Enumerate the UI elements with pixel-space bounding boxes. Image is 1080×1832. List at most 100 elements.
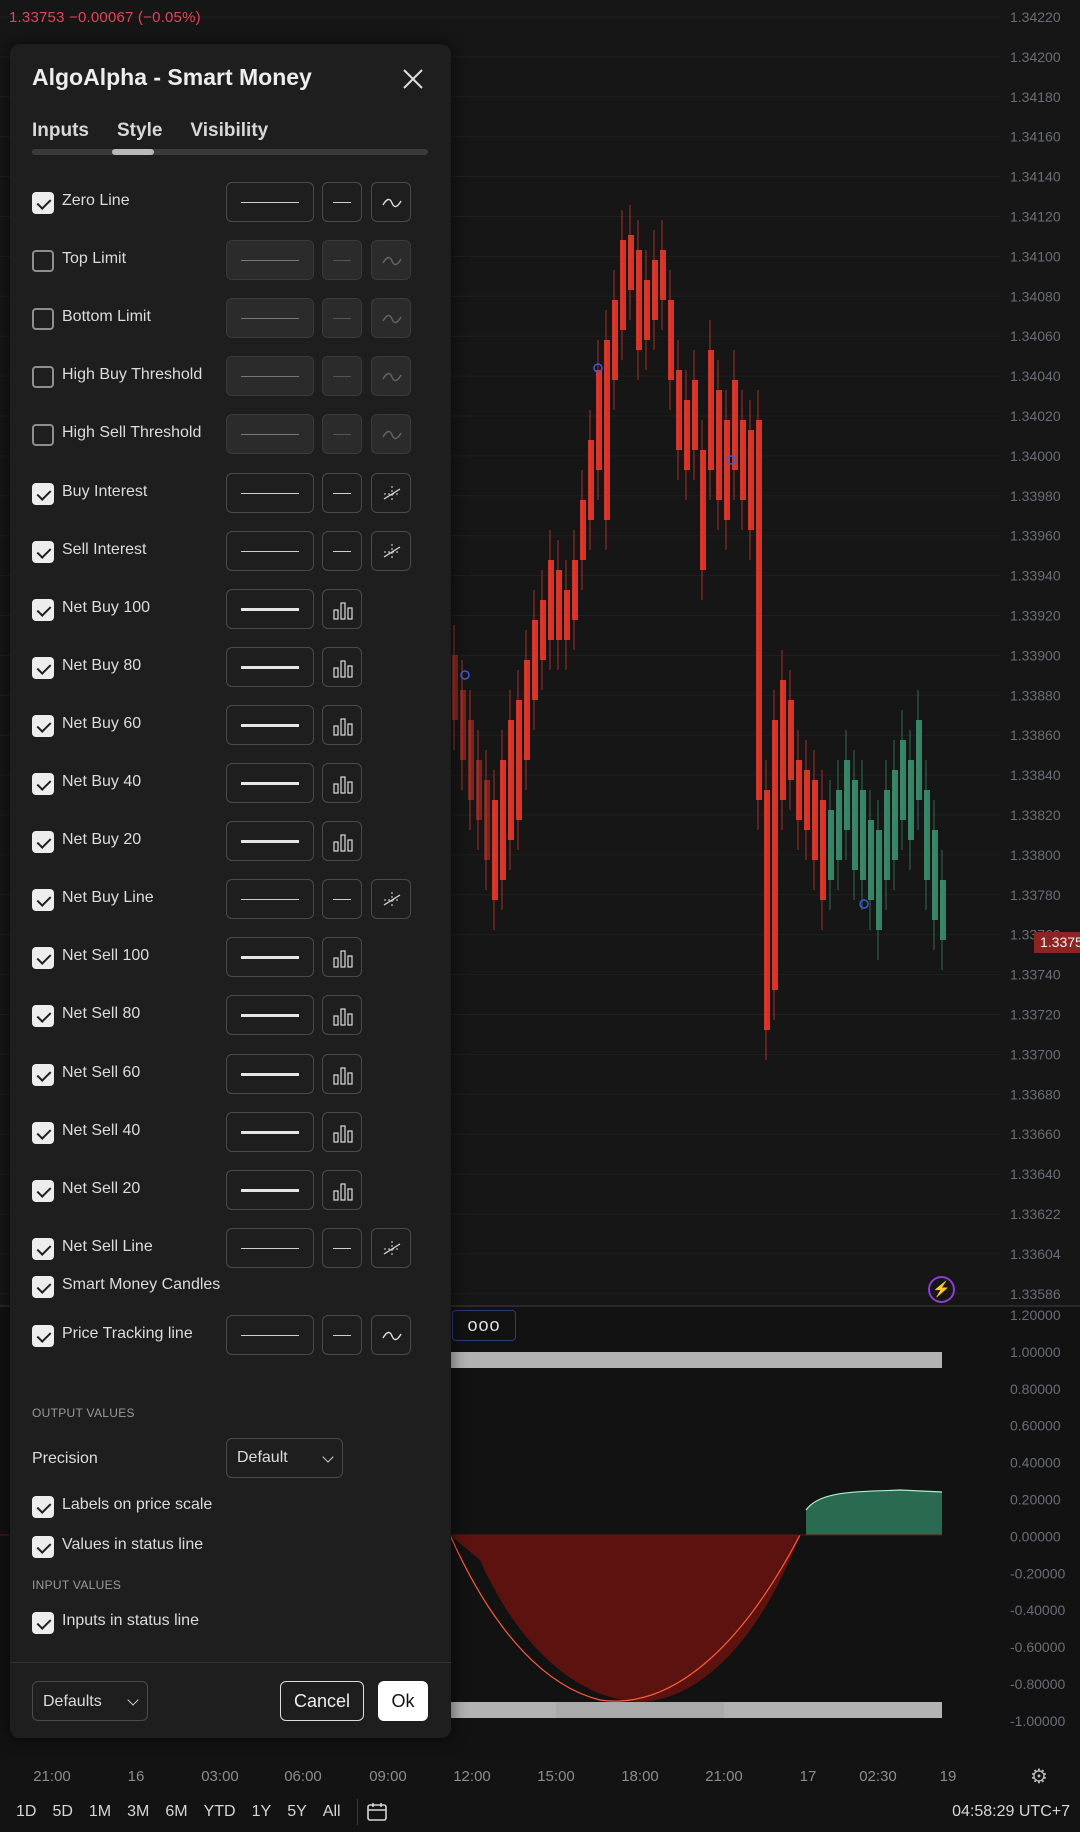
high-buy-threshold-color-button[interactable] — [226, 356, 314, 397]
bottom-limit-color-button[interactable] — [226, 298, 314, 339]
high-buy-threshold-width-button[interactable] — [322, 356, 362, 397]
net-buy-60-row[interactable]: Net Buy 60 — [32, 704, 432, 745]
net-buy-20-color-button[interactable] — [226, 821, 314, 862]
high-sell-threshold-style-button[interactable] — [371, 414, 411, 455]
net-sell-20-plot-type-button[interactable] — [322, 1169, 362, 1210]
zero-line-style-button[interactable] — [371, 182, 411, 222]
period-1m[interactable]: 1M — [81, 1803, 119, 1821]
net-sell-line-style-button[interactable] — [371, 1227, 411, 1268]
net-buy-line-width-button[interactable] — [322, 879, 362, 920]
zero-line-checkbox[interactable] — [32, 192, 54, 214]
period-ytd[interactable]: YTD — [196, 1803, 244, 1821]
net-sell-80-color-button[interactable] — [226, 995, 314, 1036]
net-sell-line-checkbox[interactable] — [32, 1237, 54, 1260]
high-sell-threshold-color-button[interactable] — [226, 414, 314, 455]
bottom-limit-width-button[interactable] — [322, 298, 362, 339]
net-buy-100-color-button[interactable] — [226, 588, 314, 629]
period-5y[interactable]: 5Y — [279, 1803, 315, 1821]
buy-interest-width-button[interactable] — [322, 472, 362, 513]
zero-line-row[interactable]: Zero Line — [32, 182, 432, 222]
top-limit-row[interactable]: Top Limit — [32, 240, 432, 281]
period-3m[interactable]: 3M — [119, 1803, 157, 1821]
smart-money-candles-checkbox[interactable] — [32, 1276, 54, 1298]
period-1y[interactable]: 1Y — [244, 1803, 280, 1821]
net-buy-line-style-button[interactable] — [371, 879, 411, 920]
net-buy-100-row[interactable]: Net Buy 100 — [32, 588, 432, 629]
net-sell-20-checkbox[interactable] — [32, 1179, 54, 1202]
smart-money-candles-row[interactable]: Smart Money Candles — [32, 1266, 432, 1306]
price-tracking-line-color-button[interactable] — [226, 1315, 314, 1355]
sell-interest-style-button[interactable] — [371, 530, 411, 571]
net-buy-40-plot-type-button[interactable] — [322, 763, 362, 803]
net-sell-line-color-button[interactable] — [226, 1227, 314, 1268]
net-buy-line-row[interactable]: Net Buy Line — [32, 879, 432, 920]
net-sell-60-row[interactable]: Net Sell 60 — [32, 1053, 432, 1094]
zero-line-color-button[interactable] — [226, 182, 314, 222]
period-6m[interactable]: 6M — [157, 1803, 195, 1821]
period-1d[interactable]: 1D — [0, 1803, 44, 1821]
net-sell-80-plot-type-button[interactable] — [322, 995, 362, 1036]
values-in-status-line-row[interactable]: Values in status line — [32, 1526, 432, 1566]
buy-interest-checkbox[interactable] — [32, 482, 54, 505]
high-sell-threshold-checkbox[interactable] — [32, 424, 54, 447]
net-buy-80-row[interactable]: Net Buy 80 — [32, 646, 432, 687]
high-buy-threshold-checkbox[interactable] — [32, 366, 54, 389]
high-buy-threshold-row[interactable]: High Buy Threshold — [32, 356, 432, 397]
net-buy-40-checkbox[interactable] — [32, 773, 54, 795]
labels-on-price-scale-row[interactable]: Labels on price scale — [32, 1486, 432, 1526]
net-buy-60-color-button[interactable] — [226, 704, 314, 745]
values-in-status-line-checkbox[interactable] — [32, 1536, 54, 1558]
price-tracking-line-row[interactable]: Price Tracking line — [32, 1315, 432, 1355]
bottom-limit-style-button[interactable] — [371, 298, 411, 339]
inputs-in-status-line-row[interactable]: Inputs in status line — [32, 1602, 432, 1642]
period-5d[interactable]: 5D — [44, 1803, 80, 1821]
net-buy-100-plot-type-button[interactable] — [322, 588, 362, 629]
ok-button[interactable]: Ok — [378, 1681, 428, 1721]
labels-on-price-scale-checkbox[interactable] — [32, 1496, 54, 1518]
sell-interest-color-button[interactable] — [226, 530, 314, 571]
buy-interest-style-button[interactable] — [371, 472, 411, 513]
top-limit-width-button[interactable] — [322, 240, 362, 281]
sell-interest-row[interactable]: Sell Interest — [32, 530, 432, 571]
net-sell-100-row[interactable]: Net Sell 100 — [32, 937, 432, 978]
price-tracking-line-width-button[interactable] — [322, 1315, 362, 1355]
top-limit-color-button[interactable] — [226, 240, 314, 281]
net-buy-80-color-button[interactable] — [226, 646, 314, 687]
net-sell-100-color-button[interactable] — [226, 937, 314, 978]
sell-interest-width-button[interactable] — [322, 530, 362, 571]
price-tracking-line-checkbox[interactable] — [32, 1325, 54, 1347]
net-sell-20-color-button[interactable] — [226, 1169, 314, 1210]
bottom-limit-checkbox[interactable] — [32, 308, 54, 331]
net-buy-20-plot-type-button[interactable] — [322, 821, 362, 862]
net-sell-40-checkbox[interactable] — [32, 1121, 54, 1144]
net-sell-60-plot-type-button[interactable] — [322, 1053, 362, 1094]
sell-interest-checkbox[interactable] — [32, 540, 54, 563]
net-buy-80-checkbox[interactable] — [32, 656, 54, 679]
net-buy-60-checkbox[interactable] — [32, 714, 54, 737]
high-sell-threshold-row[interactable]: High Sell Threshold — [32, 414, 432, 455]
inputs-in-status-line-checkbox[interactable] — [32, 1612, 54, 1634]
net-buy-40-row[interactable]: Net Buy 40 — [32, 763, 432, 803]
gear-icon[interactable]: ⚙ — [1030, 1764, 1052, 1788]
net-buy-100-checkbox[interactable] — [32, 598, 54, 621]
net-sell-100-plot-type-button[interactable] — [322, 937, 362, 978]
net-sell-60-color-button[interactable] — [226, 1053, 314, 1094]
period-all[interactable]: All — [315, 1803, 349, 1821]
net-buy-line-checkbox[interactable] — [32, 889, 54, 912]
net-buy-20-row[interactable]: Net Buy 20 — [32, 821, 432, 862]
net-sell-40-row[interactable]: Net Sell 40 — [32, 1111, 432, 1152]
top-limit-checkbox[interactable] — [32, 250, 54, 273]
net-sell-line-width-button[interactable] — [322, 1227, 362, 1268]
precision-select[interactable]: Default — [226, 1438, 343, 1478]
high-sell-threshold-width-button[interactable] — [322, 414, 362, 455]
net-sell-100-checkbox[interactable] — [32, 947, 54, 970]
net-sell-20-row[interactable]: Net Sell 20 — [32, 1169, 432, 1210]
net-buy-20-checkbox[interactable] — [32, 831, 54, 854]
cancel-button[interactable]: Cancel — [280, 1681, 364, 1721]
buy-interest-color-button[interactable] — [226, 472, 314, 513]
net-sell-line-row[interactable]: Net Sell Line — [32, 1227, 432, 1268]
net-sell-80-checkbox[interactable] — [32, 1005, 54, 1028]
net-sell-40-color-button[interactable] — [226, 1111, 314, 1152]
net-buy-80-plot-type-button[interactable] — [322, 646, 362, 687]
net-buy-60-plot-type-button[interactable] — [322, 704, 362, 745]
